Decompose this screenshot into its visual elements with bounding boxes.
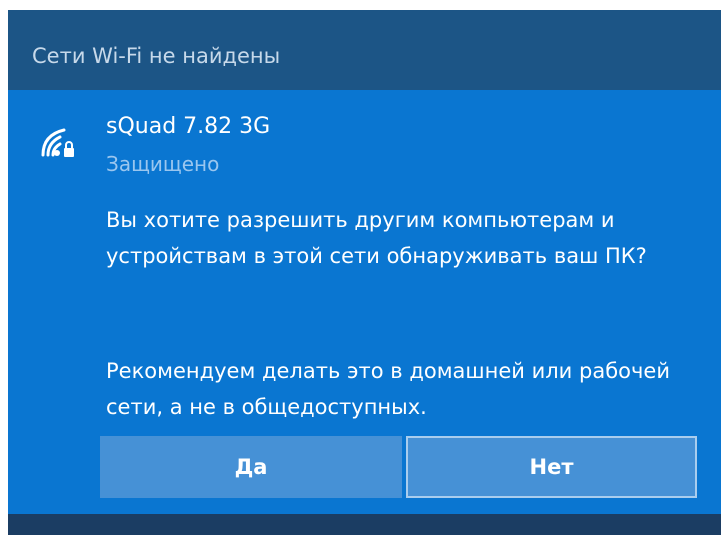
no-button[interactable]: Нет <box>406 436 697 498</box>
yes-button[interactable]: Да <box>100 436 402 498</box>
wifi-header: Сети Wi-Fi не найдены <box>8 10 721 90</box>
network-security-status: Защищено <box>106 152 220 176</box>
network-item-panel: sQuad 7.82 3G Защищено Вы хотите разреши… <box>8 90 721 514</box>
wifi-secured-icon <box>41 128 74 157</box>
network-flyout: Сети Wi-Fi не найдены sQuad 7.82 3G Защи… <box>8 10 721 535</box>
flyout-footer <box>8 514 721 535</box>
wifi-status-title: Сети Wi-Fi не найдены <box>32 44 281 68</box>
discovery-recommendation: Рекомендуем делать это в домашней или ра… <box>106 359 670 419</box>
network-name: sQuad 7.82 3G <box>106 114 271 139</box>
discovery-question: Вы хотите разрешить другим компьютерам и… <box>106 208 647 268</box>
